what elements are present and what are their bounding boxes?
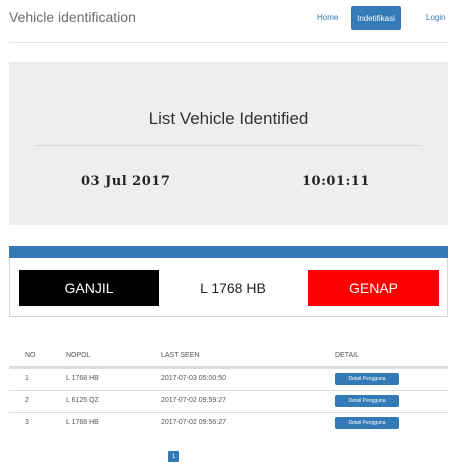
pagination-page[interactable]: 1	[168, 451, 179, 462]
panel-heading	[9, 246, 448, 258]
genap-indicator: GENAP	[308, 270, 439, 306]
row-nopol: L 1768 HB	[66, 375, 99, 382]
row-no: 3	[25, 419, 29, 426]
current-time: 10:01:11	[302, 174, 370, 189]
row-nopol: L 1768 HB	[66, 419, 99, 426]
row-last-seen: 2017-07-02 09:56:27	[161, 419, 226, 426]
brand-title[interactable]: Vehicle identification	[9, 9, 136, 25]
current-date: 03 Jul 2017	[81, 174, 171, 189]
table-row: 1 L 1768 HB 2017-07-03 05:00:50 Detail P…	[9, 368, 448, 390]
header-nopol: NOPOL	[66, 352, 91, 359]
header-detail: DETAIL	[335, 352, 359, 359]
divider	[35, 145, 422, 146]
table-row: 3 L 1768 HB 2017-07-02 09:56:27 Detail P…	[9, 412, 448, 434]
navbar-divider	[9, 42, 448, 43]
nav-home-link[interactable]: Home	[317, 13, 338, 22]
header-panel: List Vehicle Identified 03 Jul 2017 10:0…	[9, 62, 448, 225]
detail-button[interactable]: Detail Pengguna	[335, 417, 399, 429]
row-last-seen: 2017-07-02 09:59:27	[161, 397, 226, 404]
header-no: NO	[25, 352, 36, 359]
row-no: 2	[25, 397, 29, 404]
navbar: Vehicle identification Home Indetifikasi…	[0, 0, 457, 42]
nav-login-link[interactable]: Login	[426, 13, 446, 22]
detail-button[interactable]: Detail Pengguna	[335, 373, 399, 385]
nav-identifikasi-link[interactable]: Indetifikasi	[351, 6, 401, 30]
header-last-seen: LAST SEEN	[161, 352, 200, 359]
plate-number: L 1768 HB	[200, 280, 266, 296]
ganjil-indicator: GANJIL	[19, 270, 159, 306]
table-row: 2 L 6125 QZ 2017-07-02 09:59:27 Detail P…	[9, 390, 448, 412]
page-title: List Vehicle Identified	[148, 109, 309, 128]
row-last-seen: 2017-07-03 05:00:50	[161, 375, 226, 382]
row-no: 1	[25, 375, 29, 382]
row-nopol: L 6125 QZ	[66, 397, 99, 404]
identification-panel: GANJIL L 1768 HB GENAP	[9, 246, 448, 317]
detail-button[interactable]: Detail Pengguna	[335, 395, 399, 407]
table-header-row: NO NOPOL LAST SEEN DETAIL	[9, 346, 448, 368]
